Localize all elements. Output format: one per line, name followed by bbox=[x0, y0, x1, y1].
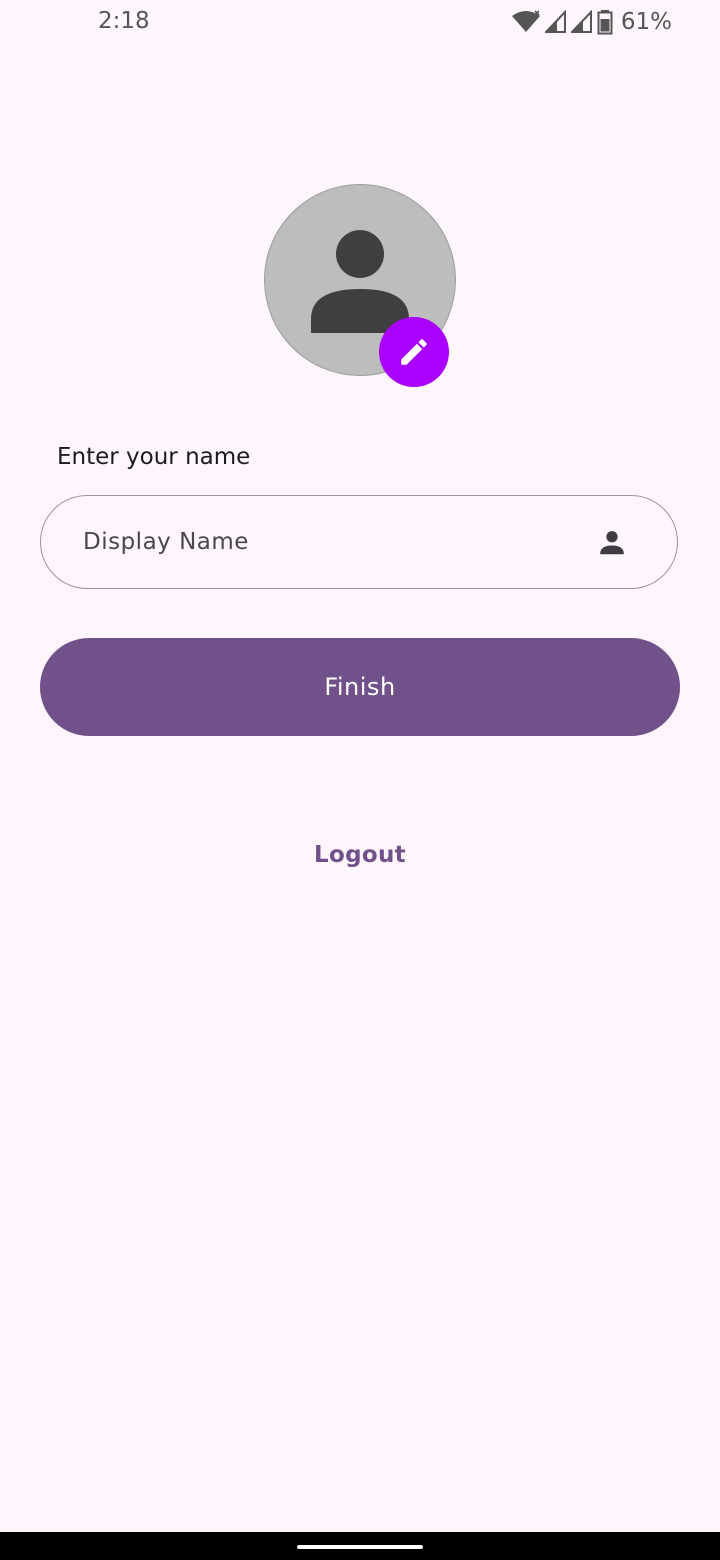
signal-icon bbox=[570, 10, 592, 33]
status-icons: 61% bbox=[511, 8, 672, 36]
home-gesture-handle[interactable] bbox=[297, 1545, 423, 1549]
status-time: 2:18 bbox=[98, 8, 150, 34]
logout-button[interactable]: Logout bbox=[0, 842, 720, 868]
display-name-input[interactable] bbox=[81, 521, 565, 563]
finish-button[interactable]: Finish bbox=[40, 638, 680, 736]
display-name-field[interactable] bbox=[40, 495, 678, 589]
battery-icon bbox=[597, 10, 613, 35]
finish-label: Finish bbox=[324, 673, 396, 701]
edit-avatar-button[interactable] bbox=[379, 317, 449, 387]
name-label: Enter your name bbox=[57, 444, 251, 470]
logout-label: Logout bbox=[314, 842, 406, 868]
navigation-bar bbox=[0, 1532, 720, 1560]
signal-icon bbox=[544, 10, 566, 33]
status-bar: 2:18 61% bbox=[0, 0, 720, 44]
wifi-icon bbox=[511, 10, 540, 32]
person-icon bbox=[600, 531, 624, 555]
pencil-icon bbox=[401, 339, 427, 365]
avatar-container[interactable] bbox=[264, 184, 456, 387]
battery-percent: 61% bbox=[620, 9, 672, 35]
